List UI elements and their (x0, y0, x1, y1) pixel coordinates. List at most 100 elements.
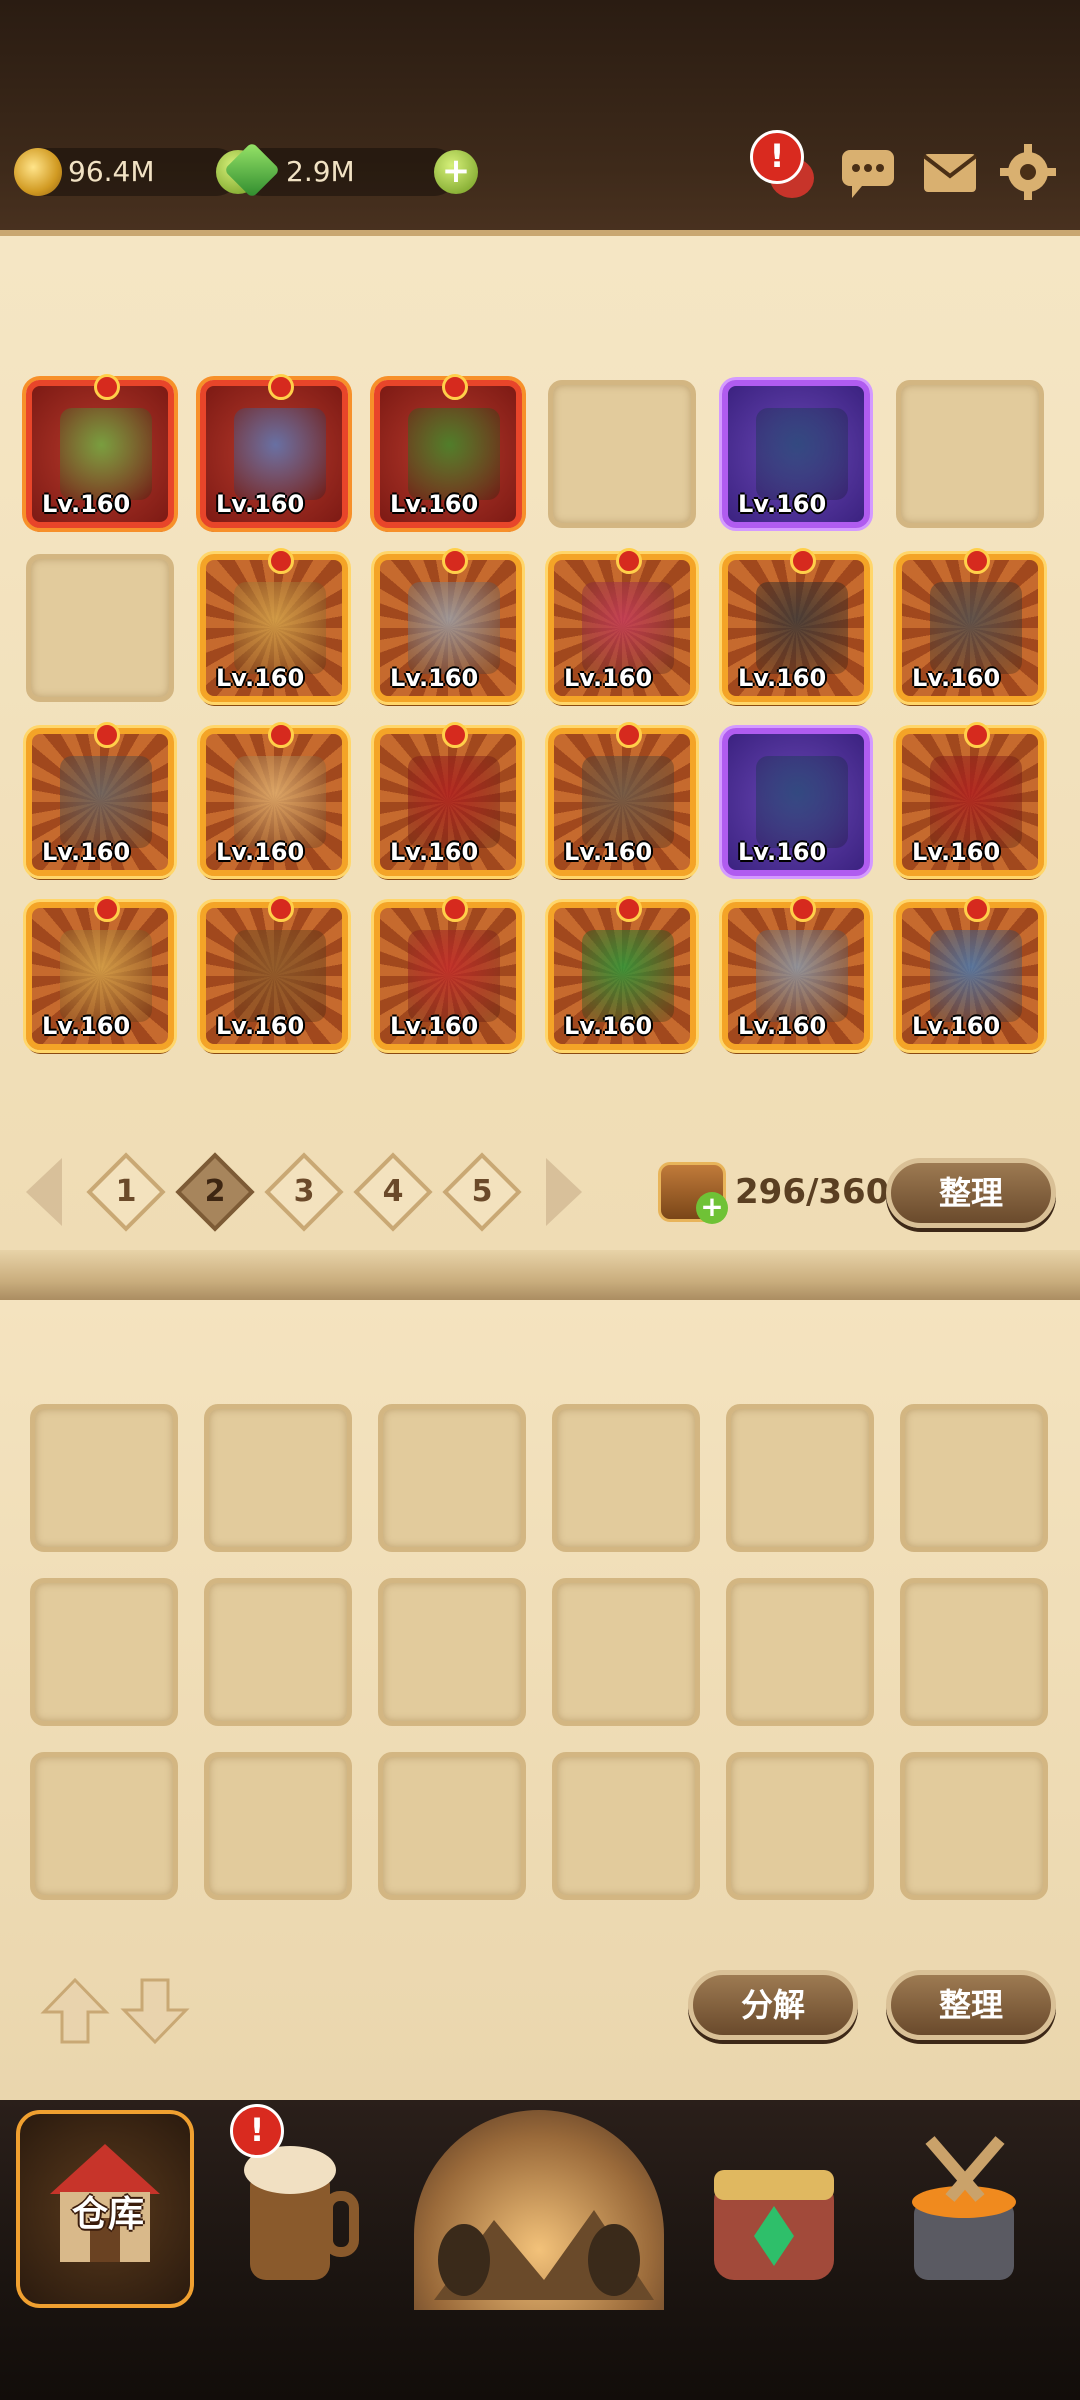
sort-workbench-button[interactable]: 整理 (886, 1970, 1056, 2040)
item-slot[interactable]: Lv.160 (374, 548, 522, 702)
item-slot[interactable]: Lv.160 (896, 896, 1044, 1050)
item-icon (756, 582, 848, 674)
item-icon (582, 582, 674, 674)
prev-page-button[interactable] (26, 1158, 62, 1226)
item-icon (756, 408, 848, 500)
item-level: Lv.160 (738, 838, 827, 866)
workbench-slot[interactable] (30, 1752, 178, 1900)
workbench-slot[interactable] (378, 1578, 526, 1726)
alert-icon: ! (750, 130, 804, 184)
item-slot[interactable]: Lv.160 (200, 374, 348, 528)
rarity-gem-icon (268, 896, 294, 922)
item-slot[interactable]: Lv.160 (896, 548, 1044, 702)
workbench-grid (30, 1404, 1048, 1900)
workbench-slot[interactable] (204, 1752, 352, 1900)
item-slot[interactable]: Lv.160 (374, 722, 522, 876)
workbench-slot[interactable] (552, 1752, 700, 1900)
empty-slot[interactable] (26, 554, 174, 702)
item-slot[interactable]: Lv.160 (548, 722, 696, 876)
item-slot[interactable]: Lv.160 (722, 728, 870, 876)
workbench-slot[interactable] (378, 1404, 526, 1552)
item-level: Lv.160 (564, 1012, 653, 1040)
item-slot[interactable]: Lv.160 (722, 548, 870, 702)
rarity-gem-icon (94, 374, 120, 400)
forge-icon (912, 2136, 1016, 2280)
empty-slot[interactable] (896, 380, 1044, 528)
item-slot[interactable]: Lv.160 (374, 896, 522, 1050)
rarity-gem-icon (790, 548, 816, 574)
nav-portal[interactable] (414, 2110, 664, 2310)
rarity-gem-icon (442, 722, 468, 748)
nav-forge[interactable] (880, 2110, 1050, 2300)
alert-icon: ! (230, 2104, 284, 2158)
workbench-slot[interactable] (726, 1578, 874, 1726)
gold-amount: 96.4M (68, 155, 155, 188)
nav-tavern[interactable]: ! (210, 2104, 380, 2300)
item-level: Lv.160 (216, 490, 305, 518)
rarity-gem-icon (94, 722, 120, 748)
next-page-button[interactable] (546, 1158, 582, 1226)
item-icon (234, 408, 326, 500)
item-slot[interactable]: Lv.160 (200, 548, 348, 702)
mail-icon (922, 154, 978, 192)
disassemble-button[interactable]: 分解 (688, 1970, 858, 2040)
item-icon (408, 582, 500, 674)
arrow-up-icon[interactable] (40, 1976, 110, 2046)
rarity-gem-icon (964, 722, 990, 748)
workbench-slot[interactable] (726, 1404, 874, 1552)
item-icon (756, 930, 848, 1022)
item-level: Lv.160 (564, 664, 653, 692)
workbench-slot[interactable] (30, 1404, 178, 1552)
settings-button[interactable] (998, 142, 1058, 202)
workbench-slot[interactable] (30, 1578, 178, 1726)
workbench-slot[interactable] (204, 1404, 352, 1552)
item-level: Lv.160 (390, 1012, 479, 1040)
item-icon (60, 756, 152, 848)
nav-shop[interactable] (690, 2110, 860, 2300)
gear-icon (1000, 144, 1056, 200)
potion-event-button[interactable]: ! (750, 130, 820, 202)
arrow-down-icon[interactable] (120, 1976, 190, 2046)
item-level: Lv.160 (216, 664, 305, 692)
workbench-slot[interactable] (552, 1578, 700, 1726)
item-slot[interactable]: Lv.160 (722, 380, 870, 528)
item-level: Lv.160 (42, 1012, 131, 1040)
gem-amount: 2.9M (286, 155, 355, 188)
item-icon (930, 756, 1022, 848)
workbench-slot[interactable] (552, 1404, 700, 1552)
item-level: Lv.160 (390, 838, 479, 866)
rarity-gem-icon (442, 896, 468, 922)
item-slot[interactable]: Lv.160 (374, 374, 522, 528)
item-icon (930, 582, 1022, 674)
item-slot[interactable]: Lv.160 (896, 722, 1044, 876)
empty-slot[interactable] (548, 380, 696, 528)
expand-capacity-button[interactable]: + (696, 1192, 728, 1224)
item-icon (582, 930, 674, 1022)
gem-counter: 2.9M + (223, 141, 478, 199)
add-gems-button[interactable]: + (434, 150, 478, 194)
top-bar: 96.4M + 2.9M + ! (0, 0, 1080, 240)
mail-button[interactable] (920, 142, 980, 202)
workbench-slot[interactable] (900, 1578, 1048, 1726)
item-slot[interactable]: Lv.160 (548, 548, 696, 702)
workbench-slot[interactable] (900, 1404, 1048, 1552)
rarity-gem-icon (790, 896, 816, 922)
item-icon (930, 930, 1022, 1022)
workbench-slot[interactable] (726, 1752, 874, 1900)
item-slot[interactable]: Lv.160 (200, 722, 348, 876)
item-icon (408, 930, 500, 1022)
gold-counter: 96.4M + (14, 148, 260, 196)
workbench-slot[interactable] (900, 1752, 1048, 1900)
workbench-slot[interactable] (378, 1752, 526, 1900)
item-level: Lv.160 (390, 664, 479, 692)
sort-inventory-button[interactable]: 整理 (886, 1158, 1056, 1228)
item-slot[interactable]: Lv.160 (548, 896, 696, 1050)
chat-button[interactable] (838, 142, 898, 202)
item-slot[interactable]: Lv.160 (26, 896, 174, 1050)
item-slot[interactable]: Lv.160 (26, 722, 174, 876)
item-slot[interactable]: Lv.160 (26, 374, 174, 528)
item-slot[interactable]: Lv.160 (200, 896, 348, 1050)
item-slot[interactable]: Lv.160 (722, 896, 870, 1050)
rarity-gem-icon (616, 896, 642, 922)
workbench-slot[interactable] (204, 1578, 352, 1726)
